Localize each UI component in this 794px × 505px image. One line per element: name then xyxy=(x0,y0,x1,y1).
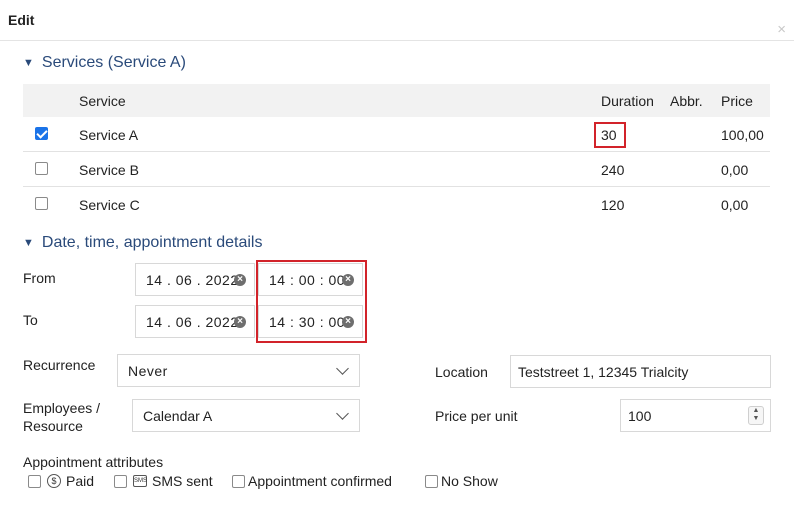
to-label: To xyxy=(23,312,38,328)
service-price: 0,00 xyxy=(721,197,749,213)
attributes-heading: Appointment attributes xyxy=(23,454,164,470)
time-highlight-box xyxy=(256,260,367,343)
price-unit-input[interactable]: 100 ▲ ▼ xyxy=(620,399,771,432)
sms-sent-checkbox[interactable]: SMS SMS sent xyxy=(114,473,213,489)
service-price: 100,00 xyxy=(721,127,764,143)
employees-label-line1: Employees / xyxy=(23,400,101,416)
service-checkbox[interactable] xyxy=(35,197,48,210)
checkbox[interactable] xyxy=(28,474,41,488)
column-header-abbr: Abbr. xyxy=(670,93,703,109)
checkbox[interactable] xyxy=(114,474,127,488)
from-date-input[interactable]: 14 . 06 . 2022 × xyxy=(135,263,255,296)
recurrence-value: Never xyxy=(128,363,168,379)
service-duration: 240 xyxy=(601,162,625,178)
checkbox[interactable] xyxy=(425,474,438,488)
service-checkbox[interactable] xyxy=(35,127,48,140)
to-date-value: 14 . 06 . 2022 xyxy=(146,314,239,330)
to-date-input[interactable]: 14 . 06 . 2022 × xyxy=(135,305,255,338)
location-value: Teststreet 1, 12345 Trialcity xyxy=(518,364,689,380)
details-section-toggle[interactable]: ▼ Date, time, appointment details xyxy=(23,234,262,252)
dialog-title: Edit xyxy=(8,12,35,28)
employees-label-line2: Resource xyxy=(23,418,83,434)
sms-label: SMS sent xyxy=(152,473,213,489)
location-input[interactable]: Teststreet 1, 12345 Trialcity xyxy=(510,355,771,388)
clear-icon[interactable]: × xyxy=(234,274,246,286)
price-unit-value: 100 xyxy=(628,408,652,424)
confirmed-label: Appointment confirmed xyxy=(248,473,392,489)
checkbox[interactable] xyxy=(232,474,245,488)
from-date-value: 14 . 06 . 2022 xyxy=(146,272,239,288)
appointment-confirmed-checkbox[interactable]: Appointment confirmed xyxy=(232,473,392,489)
close-icon[interactable]: × xyxy=(777,22,786,37)
column-header-duration: Duration xyxy=(601,93,654,109)
dialog-titlebar: Edit × xyxy=(0,0,794,41)
duration-highlight-box xyxy=(594,122,626,148)
table-row[interactable]: Service B 240 0,00 xyxy=(23,152,770,187)
employees-select[interactable]: Calendar A xyxy=(132,399,360,432)
noshow-label: No Show xyxy=(441,473,498,489)
paid-label: Paid xyxy=(66,473,95,489)
services-heading: Services (Service A) xyxy=(41,54,186,71)
dollar-icon: $ xyxy=(47,474,61,488)
location-label: Location xyxy=(435,364,488,380)
services-section-toggle[interactable]: ▼ Services (Service A) xyxy=(23,54,186,72)
table-row[interactable]: Service A 30 100,00 xyxy=(23,117,770,152)
table-row[interactable]: Service C 120 0,00 xyxy=(23,187,770,222)
service-checkbox[interactable] xyxy=(35,162,48,175)
paid-checkbox[interactable]: $ Paid xyxy=(28,473,94,489)
employees-value: Calendar A xyxy=(143,408,213,424)
price-unit-label: Price per unit xyxy=(435,408,518,424)
details-heading: Date, time, appointment details xyxy=(41,234,263,251)
from-label: From xyxy=(23,270,56,286)
chevron-down-icon xyxy=(336,362,349,375)
collapse-triangle-icon: ▼ xyxy=(23,237,34,249)
service-name: Service B xyxy=(79,162,139,178)
column-header-price: Price xyxy=(721,93,753,109)
service-duration: 120 xyxy=(601,197,625,213)
service-name: Service A xyxy=(79,127,139,143)
recurrence-label: Recurrence xyxy=(23,357,96,373)
service-price: 0,00 xyxy=(721,162,749,178)
chevron-down-icon xyxy=(336,407,349,420)
sms-icon: SMS xyxy=(133,475,147,487)
services-table-header: Service Duration Abbr. Price xyxy=(23,84,770,117)
recurrence-select[interactable]: Never xyxy=(117,354,360,387)
column-header-service: Service xyxy=(79,93,126,109)
clear-icon[interactable]: × xyxy=(234,316,246,328)
spinner-icon[interactable]: ▲ ▼ xyxy=(748,406,764,425)
no-show-checkbox[interactable]: No Show xyxy=(425,473,498,489)
service-name: Service C xyxy=(79,197,140,213)
collapse-triangle-icon: ▼ xyxy=(23,57,34,69)
